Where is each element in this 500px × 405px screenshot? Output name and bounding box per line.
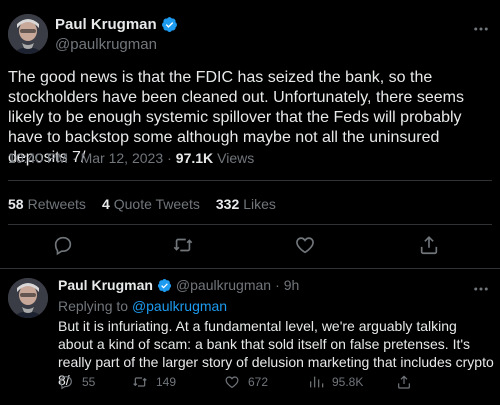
meta-separator: ·: [167, 150, 172, 166]
quotes-count: 4: [101, 196, 110, 212]
share-icon: [398, 375, 410, 389]
reply-icon: [60, 376, 72, 390]
like-count: 672: [248, 375, 269, 389]
views-label: Views: [217, 150, 255, 166]
replying-to: Replying to @paulkrugman: [58, 298, 227, 314]
avatar[interactable]: [8, 278, 48, 318]
reply-icon[interactable]: [52, 234, 74, 256]
divider: [8, 224, 492, 225]
avatar-portrait-icon: [8, 14, 48, 54]
like-icon[interactable]: [294, 234, 316, 256]
retweet-action[interactable]: 149: [132, 374, 176, 390]
tweet-date[interactable]: Mar 12, 2023: [81, 150, 164, 166]
author-handle[interactable]: @paulkrugman: [55, 36, 157, 53]
views-count: 95.8K: [332, 375, 364, 389]
meta-separator: ·: [275, 277, 280, 293]
reply-action[interactable]: 55: [58, 374, 95, 390]
tweet-actions: [0, 234, 500, 258]
likes-label: Likes: [243, 196, 276, 212]
meta-separator: ·: [71, 150, 77, 166]
verified-badge-icon: [157, 278, 172, 293]
retweets-label: Retweets: [27, 196, 86, 212]
tweet-meta: 10:40 PM · Mar 12, 2023 · 97.1K Views: [8, 150, 254, 166]
likes-count: 332: [215, 196, 240, 212]
replying-handle-link[interactable]: @paulkrugman: [132, 298, 227, 314]
more-dots-icon[interactable]: [472, 20, 490, 43]
more-dots-icon[interactable]: [472, 280, 490, 303]
avatar[interactable]: [8, 14, 48, 54]
replying-prefix: Replying to: [58, 298, 129, 314]
like-action[interactable]: 672: [224, 374, 268, 390]
divider: [8, 180, 492, 181]
main-tweet: Paul Krugman @paulkrugman The good news …: [0, 0, 500, 269]
share-action[interactable]: [396, 374, 412, 390]
reply-count: 55: [82, 375, 96, 389]
reply-time[interactable]: 9h: [284, 277, 300, 293]
avatar-portrait-icon: [8, 278, 48, 318]
tweet-time[interactable]: 10:40 PM: [8, 150, 68, 166]
views-count: 97.1K: [175, 150, 214, 166]
author-name-row: Paul Krugman: [55, 14, 178, 34]
like-icon: [225, 376, 239, 389]
likes-stat[interactable]: 332 Likes: [216, 196, 276, 212]
quotes-label: Quote Tweets: [113, 196, 200, 212]
reply-author-handle[interactable]: @paulkrugman: [176, 277, 271, 293]
retweet-icon: [133, 377, 147, 387]
reply-author-row: Paul Krugman @paulkrugman · 9h: [58, 277, 299, 293]
verified-badge-icon: [161, 16, 178, 33]
share-icon[interactable]: [418, 234, 440, 256]
quote-tweets-stat[interactable]: 4 Quote Tweets: [102, 196, 200, 212]
reply-actions: 55 149 672 95.8K: [58, 374, 488, 392]
author-name[interactable]: Paul Krugman: [55, 16, 157, 33]
retweets-stat[interactable]: 58 Retweets: [8, 196, 86, 212]
reply-author-name[interactable]: Paul Krugman: [58, 277, 153, 293]
retweets-count: 58: [8, 196, 24, 212]
views-chart-icon: [310, 376, 324, 388]
retweet-count: 149: [156, 375, 177, 389]
engagement-stats: 58 Retweets 4 Quote Tweets 332 Likes: [8, 196, 276, 212]
retweet-icon[interactable]: [172, 234, 194, 256]
views-action[interactable]: 95.8K: [308, 374, 363, 390]
